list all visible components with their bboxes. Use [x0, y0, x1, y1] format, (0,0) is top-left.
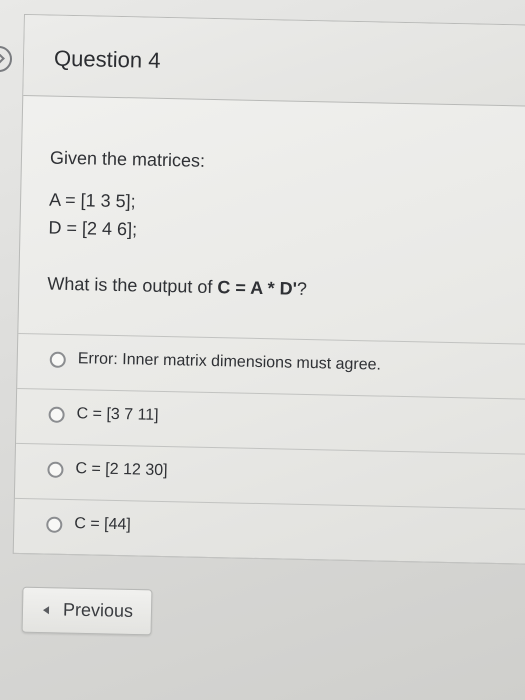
radio-button[interactable]	[48, 406, 65, 423]
previous-button-label: Previous	[62, 599, 134, 621]
matrix-d-definition: D = [2 4 6];	[48, 217, 138, 240]
question-intro: Given the matrices:	[49, 147, 206, 171]
previous-button[interactable]: Previous	[21, 586, 153, 636]
answer-option-label: C = [3 7 11]	[76, 405, 159, 424]
question-header: Question 4	[23, 15, 525, 107]
prompt-suffix: ?	[296, 278, 308, 299]
question-prompt: What is the output of C = A * D'?	[47, 274, 307, 300]
matrix-a-definition: A = [1 3 5];	[48, 189, 136, 212]
radio-button[interactable]	[46, 516, 63, 533]
collapse-chevron-icon[interactable]	[0, 46, 12, 72]
answer-option-label: C = [44]	[74, 515, 131, 534]
radio-button[interactable]	[47, 461, 64, 478]
radio-button[interactable]	[49, 351, 66, 368]
prompt-expression: C = A * D'	[217, 277, 298, 299]
question-title: Question 4	[53, 45, 161, 73]
prompt-prefix: What is the output of	[47, 273, 218, 298]
question-card: Question 4 Given the matrices: A = [1 3 …	[12, 14, 525, 565]
answer-option-4[interactable]: C = [44]	[13, 497, 525, 565]
answer-option-label: C = [2 12 30]	[75, 460, 168, 480]
caret-left-icon	[42, 606, 50, 615]
answer-options: Error: Inner matrix dimensions must agre…	[13, 332, 525, 565]
answer-option-label: Error: Inner matrix dimensions must agre…	[77, 350, 382, 374]
